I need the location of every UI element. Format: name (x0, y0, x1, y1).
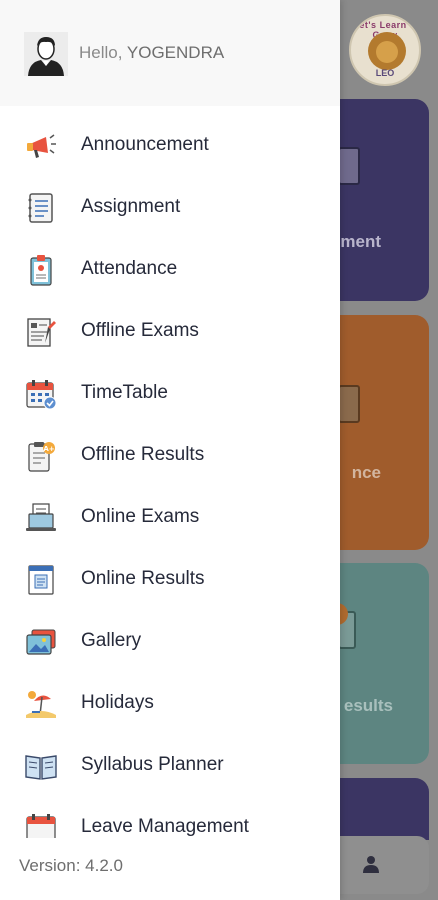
megaphone-icon (27, 134, 56, 158)
menu-item-label: Gallery (81, 630, 142, 651)
navigation-drawer: Hello, YOGENDRA Announcement Assignment … (0, 0, 340, 900)
menu-item-holidays[interactable]: Holidays (0, 674, 340, 736)
leave-calendar-icon (26, 814, 56, 838)
menu-item-label: Announcement (81, 134, 209, 155)
exam-paper-icon (27, 318, 56, 347)
gallery-icon (26, 629, 56, 655)
menu-item-attendance[interactable]: Attendance (0, 240, 340, 302)
menu-item-label: Leave Management (81, 816, 249, 837)
menu-item-gallery[interactable]: Gallery (0, 612, 340, 674)
menu-item-label: Online Exams (81, 506, 200, 527)
menu-item-label: Attendance (81, 258, 178, 279)
menu-item-announcement[interactable]: Announcement (0, 116, 340, 178)
calendar-icon (26, 380, 57, 410)
clipboard-icon (30, 255, 52, 286)
logo-bottom-text: LEO (375, 68, 395, 78)
menu-item-label: Online Results (81, 568, 205, 589)
school-logo: Let's Learn & Grow LEO (349, 14, 421, 86)
menu-item-leave-management[interactable]: Leave Management (0, 798, 340, 838)
drawer-header: Hello, YOGENDRA (0, 0, 340, 106)
user-icon (363, 856, 379, 873)
menu-item-online-results[interactable]: Online Results (0, 550, 340, 612)
notebook-icon (338, 147, 360, 185)
beach-icon (26, 691, 56, 718)
menu-item-assignment[interactable]: Assignment (0, 178, 340, 240)
menu-item-online-exams[interactable]: Online Exams (0, 488, 340, 550)
menu-item-label: Syllabus Planner (81, 754, 224, 775)
menu-item-label: Offline Exams (81, 320, 199, 341)
menu-item-offline-exams[interactable]: Offline Exams (0, 302, 340, 364)
book-icon (25, 755, 57, 780)
laptop-exam-icon (26, 503, 56, 531)
clipboard-icon (338, 385, 360, 423)
menu-item-syllabus-planner[interactable]: Syllabus Planner (0, 736, 340, 798)
menu-item-offline-results[interactable]: A+ Offline Results (0, 426, 340, 488)
svg-text:A+: A+ (43, 445, 54, 453)
menu-item-label: TimeTable (81, 382, 168, 403)
menu-item-timetable[interactable]: TimeTable (0, 364, 340, 426)
notebook-icon (28, 193, 53, 223)
avatar-graphic (24, 32, 68, 76)
lion-face (376, 41, 398, 63)
user-avatar-icon[interactable] (24, 32, 68, 76)
user-name: YOGENDRA (126, 43, 225, 62)
menu-item-label: Holidays (81, 692, 154, 713)
drawer-menu: Announcement Assignment Attendance Offli… (0, 116, 340, 838)
greeting-text: Hello, YOGENDRA (79, 43, 224, 63)
card-label: nce (351, 463, 381, 482)
greeting-prefix: Hello, (79, 43, 127, 62)
card-label: esults (343, 696, 393, 715)
report-card-icon: A+ (28, 442, 55, 472)
card-label: ment (340, 232, 381, 251)
menu-item-label: Offline Results (81, 444, 205, 465)
menu-item-label: Assignment (81, 196, 181, 217)
app-version: Version: 4.2.0 (19, 856, 123, 875)
online-result-icon (28, 565, 54, 595)
